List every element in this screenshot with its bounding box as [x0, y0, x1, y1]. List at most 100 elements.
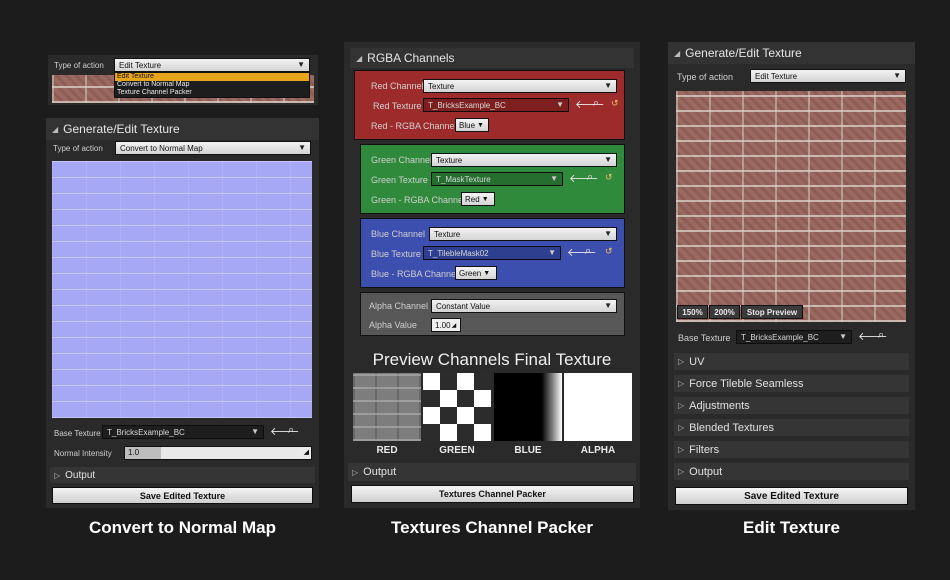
green-rgba-value: Red	[465, 194, 480, 204]
green-texture-picker[interactable]: T_MaskTexture ▼	[431, 172, 563, 186]
section-label: Adjustments	[689, 399, 750, 412]
zoom-200-button[interactable]: 200%	[709, 305, 740, 319]
alpha-channel-dropdown[interactable]: Constant Value ▼	[431, 299, 617, 313]
normal-intensity-slider[interactable]: 1.0 ◢	[124, 446, 312, 460]
type-action-value: Convert to Normal Map	[120, 143, 203, 153]
blue-rgba-label: Blue - RGBA Channel	[371, 269, 459, 279]
red-channel-label: Red Channel	[371, 81, 424, 91]
save-edited-texture-button[interactable]: Save Edited Texture	[52, 487, 313, 504]
type-action-dropdown[interactable]: Convert to Normal Map ▼	[115, 141, 311, 155]
alpha-value-label: Alpha Value	[369, 320, 417, 330]
section-label: Force Tileble Seamless	[689, 377, 804, 390]
save-edited-texture-button[interactable]: Save Edited Texture	[675, 487, 908, 505]
browse-search-icon[interactable]: ⌕	[585, 245, 591, 258]
alpha-value-input[interactable]: 1.00 ◢	[431, 318, 461, 332]
popup-type-value: Edit Texture	[119, 60, 162, 70]
browse-search-icon[interactable]: ⌕	[288, 424, 294, 437]
preview-green	[423, 373, 491, 441]
preview-blue	[494, 373, 562, 441]
triangle-down-icon: ◢	[356, 53, 363, 63]
preview-label-red: RED	[376, 445, 398, 456]
output-label: Output	[65, 469, 96, 481]
blue-texture-value: T_TilebleMask02	[428, 248, 489, 258]
type-action-label: Type of action	[53, 144, 103, 153]
triangle-right-icon: ▷	[678, 423, 685, 432]
red-rgba-value: Blue	[459, 120, 476, 130]
rgba-header-title: RGBA Channels	[367, 51, 455, 65]
preview-red	[353, 373, 421, 441]
chevron-down-icon: ▼	[604, 155, 612, 164]
use-selected-arrow-icon[interactable]: 🡐	[575, 97, 605, 111]
popup-type-dropdown[interactable]: Edit Texture ▼	[114, 58, 310, 72]
chevron-down-icon: ▼	[483, 269, 491, 277]
caption-edit-texture: Edit Texture	[743, 518, 840, 537]
section-header[interactable]: ◢ Generate/Edit Texture	[668, 42, 915, 64]
uv-section[interactable]: ▷ UV	[674, 353, 909, 370]
green-texture-label: Green Texture	[371, 175, 428, 185]
chevron-down-icon: ▼	[251, 427, 259, 436]
right-generate-panel: ◢ Generate/Edit Texture Type of action E…	[668, 42, 915, 510]
packer-button-label: Textures Channel Packer	[439, 489, 546, 499]
normal-intensity-value: 1.0	[128, 448, 140, 457]
red-texture-label: Red Texture	[373, 101, 422, 111]
reset-arrow-icon[interactable]: ↺	[605, 246, 613, 257]
channel-packer-panel: ◢ RGBA Channels Red Channel Texture ▼ Re…	[344, 42, 640, 508]
texture-preview	[676, 91, 906, 322]
preview-label-blue: BLUE	[514, 445, 542, 456]
preview-label-alpha: ALPHA	[580, 445, 616, 456]
triangle-right-icon: ▷	[54, 470, 61, 480]
type-action-label: Type of action	[677, 72, 734, 82]
chevron-down-icon: ▼	[556, 100, 564, 109]
use-selected-arrow-icon[interactable]: 🡐	[567, 245, 597, 259]
reset-arrow-icon[interactable]: ↺	[611, 98, 619, 109]
reset-arrow-icon[interactable]: ↺	[605, 172, 613, 183]
section-label: Output	[689, 465, 723, 478]
stop-preview-button[interactable]: Stop Preview	[741, 305, 803, 319]
option-texture-channel-packer[interactable]: Texture Channel Packer	[115, 89, 309, 97]
option-edit-texture[interactable]: Edit Texture	[115, 73, 309, 81]
green-rgba-dropdown[interactable]: Red ▼	[461, 192, 495, 206]
alpha-value: 1.00	[435, 320, 451, 330]
chevron-down-icon: ▼	[839, 332, 847, 341]
section-title: Generate/Edit Texture	[685, 46, 802, 60]
blue-channel-dropdown[interactable]: Texture ▼	[429, 227, 617, 241]
red-rgba-dropdown[interactable]: Blue ▼	[455, 118, 489, 132]
chevron-down-icon: ▼	[604, 229, 612, 238]
red-channel-dropdown[interactable]: Texture ▼	[423, 79, 617, 93]
blue-texture-picker[interactable]: T_TilebleMask02 ▼	[423, 246, 561, 260]
output-section[interactable]: ▷ Output	[50, 467, 315, 483]
adjustments-section[interactable]: ▷ Adjustments	[674, 397, 909, 414]
section-header[interactable]: ◢ Generate/Edit Texture	[46, 118, 319, 140]
output-section[interactable]: ▷ Output	[674, 463, 909, 480]
popup-type-label: Type of action	[54, 61, 104, 70]
triangle-right-icon: ▷	[678, 401, 685, 410]
chevron-down-icon: ▼	[548, 248, 556, 257]
base-texture-picker[interactable]: T_BricksExample_BC ▼	[102, 425, 264, 439]
browse-search-icon[interactable]: ⌕	[878, 329, 884, 342]
chevron-down-icon: ▼	[604, 81, 612, 90]
use-selected-arrow-icon[interactable]: 🡐	[569, 171, 599, 185]
triangle-right-icon: ▷	[678, 379, 685, 388]
output-section[interactable]: ▷ Output	[348, 463, 636, 481]
force-tileble-section[interactable]: ▷ Force Tileble Seamless	[674, 375, 909, 392]
type-action-dropdown[interactable]: Edit Texture ▼	[750, 69, 906, 83]
option-convert-to-normal-map[interactable]: Convert to Normal Map	[115, 81, 309, 89]
use-selected-arrow-icon[interactable]: 🡐	[270, 424, 300, 438]
base-texture-picker[interactable]: T_BricksExample_BC ▼	[736, 330, 852, 344]
blue-rgba-dropdown[interactable]: Green ▼	[455, 266, 497, 280]
red-texture-value: T_BricksExample_BC	[428, 100, 506, 110]
textures-channel-packer-button[interactable]: Textures Channel Packer	[351, 485, 634, 503]
blended-textures-section[interactable]: ▷ Blended Textures	[674, 419, 909, 436]
chevron-down-icon: ▼	[297, 60, 305, 69]
green-channel-dropdown[interactable]: Texture ▼	[431, 153, 617, 167]
preview-label-green: GREEN	[439, 445, 475, 456]
browse-search-icon[interactable]: ⌕	[593, 97, 599, 110]
filters-section[interactable]: ▷ Filters	[674, 441, 909, 458]
red-texture-picker[interactable]: T_BricksExample_BC ▼	[423, 98, 569, 112]
rgba-channels-header[interactable]: ◢ RGBA Channels	[350, 48, 634, 68]
zoom-150-button[interactable]: 150%	[677, 305, 708, 319]
alpha-channel-value: Constant Value	[436, 301, 491, 311]
browse-search-icon[interactable]: ⌕	[587, 171, 593, 184]
save-label: Save Edited Texture	[744, 490, 839, 502]
green-texture-value: T_MaskTexture	[436, 174, 491, 184]
